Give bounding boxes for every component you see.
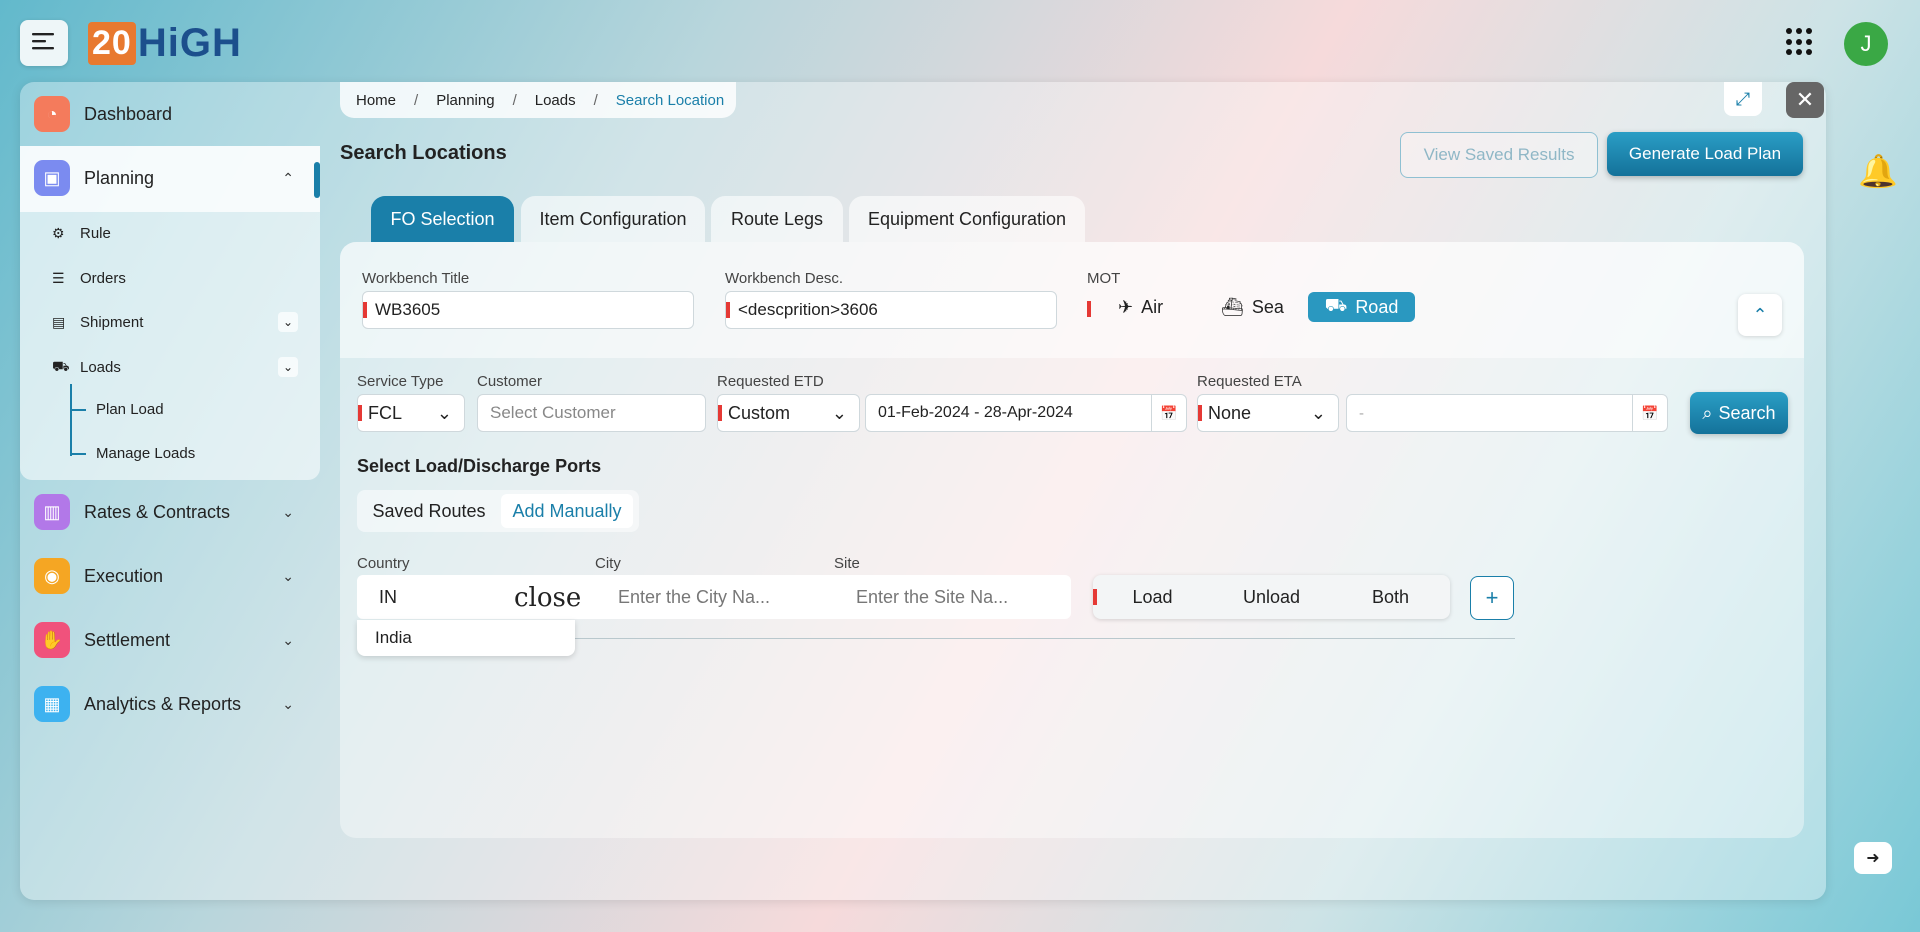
sidebar-item-execution[interactable]: ◉ Execution ⌄: [34, 548, 324, 604]
tab-equipment-configuration[interactable]: Equipment Configuration: [849, 196, 1085, 242]
city-input[interactable]: Enter the City Na...: [618, 587, 770, 608]
box-icon: ▤: [52, 313, 66, 330]
sidebar-item-shipment[interactable]: ▤ Shipment: [52, 311, 143, 333]
unload-option[interactable]: Unload: [1212, 587, 1331, 608]
chevron-down-icon[interactable]: ⌄: [282, 696, 294, 713]
avatar[interactable]: J: [1844, 22, 1888, 66]
bell-icon[interactable]: 🔔: [1858, 152, 1898, 190]
handshake-icon: ✋: [34, 622, 70, 658]
logo: 20 HiGH: [88, 20, 242, 66]
apps-grid-icon[interactable]: [1786, 28, 1814, 56]
chevron-down-icon[interactable]: ⌄: [278, 357, 298, 377]
arrow-right-icon[interactable]: ➜: [1854, 842, 1892, 874]
customer-input[interactable]: Select Customer: [477, 394, 706, 432]
mot-road[interactable]: ⛟ Road: [1308, 292, 1415, 322]
gear-icon: ⚙: [52, 224, 65, 241]
location-row: IN close Enter the City Na... Enter the …: [357, 575, 1071, 619]
divider: [575, 638, 1515, 639]
search-icon: ⌕: [1702, 402, 1713, 423]
menu-icon: [32, 32, 56, 55]
add-location-button[interactable]: +: [1470, 576, 1514, 620]
eta-label: Requested ETA: [1197, 373, 1302, 390]
chevron-down-icon[interactable]: ⌄: [282, 568, 294, 585]
sidebar-item-manage-loads[interactable]: Manage Loads: [70, 445, 195, 462]
eta-range-input[interactable]: - 📅: [1346, 394, 1668, 432]
site-label: Site: [834, 555, 860, 572]
sidebar-item-settlement[interactable]: ✋ Settlement ⌄: [34, 612, 324, 668]
workbench-title-field[interactable]: WB3605: [362, 291, 694, 329]
execution-icon: ◉: [34, 558, 70, 594]
chevron-up-icon[interactable]: ⌃: [282, 170, 294, 187]
mot-air[interactable]: ✈ Air: [1118, 297, 1163, 318]
add-manually-toggle[interactable]: Add Manually: [501, 494, 633, 528]
tab-route-legs[interactable]: Route Legs: [711, 196, 843, 242]
tab-item-configuration[interactable]: Item Configuration: [521, 196, 705, 242]
ports-toggle: Saved Routes Add Manually: [357, 490, 639, 532]
workbench-desc-field[interactable]: <descprition>3606: [725, 291, 1057, 329]
close-text[interactable]: close: [514, 583, 581, 613]
ship-icon: ⛴: [1221, 297, 1244, 317]
etd-range-input[interactable]: 01-Feb-2024 - 28-Apr-2024 📅: [865, 394, 1187, 432]
service-type-label: Service Type: [357, 373, 444, 390]
document-icon: ▥: [34, 494, 70, 530]
chevron-down-icon[interactable]: ⌄: [278, 312, 298, 332]
customer-label: Customer: [477, 373, 543, 390]
chevron-down-icon[interactable]: ⌄: [282, 632, 294, 649]
chevron-down-icon[interactable]: ⌄: [282, 504, 294, 521]
sidebar-item-planning[interactable]: ▣ Planning ⌃: [34, 150, 324, 206]
country-label: Country: [357, 555, 410, 572]
chevron-down-icon: ⌄: [436, 402, 452, 423]
site-input[interactable]: Enter the Site Na...: [856, 587, 1008, 608]
chevron-down-icon: ⌄: [1310, 402, 1326, 423]
sidebar-item-rates[interactable]: ▥ Rates & Contracts ⌄: [34, 484, 324, 540]
load-option[interactable]: Load: [1093, 587, 1212, 608]
sidebar-item-plan-load[interactable]: Plan Load: [70, 401, 164, 418]
close-icon[interactable]: ✕: [1786, 82, 1824, 118]
chevron-up-icon[interactable]: ⌃: [1738, 294, 1782, 336]
sidebar-item-dashboard[interactable]: ◔ Dashboard: [34, 86, 324, 142]
mot-label: MOT: [1087, 270, 1121, 287]
sidebar-item-loads[interactable]: ⛟ Loads: [52, 356, 121, 378]
etd-mode-select[interactable]: Custom ⌄: [717, 394, 860, 432]
dashboard-icon: ◔: [34, 96, 70, 132]
workbench-title-label: Workbench Title: [362, 270, 470, 287]
breadcrumb-current: Search Location: [615, 91, 725, 109]
sidebar-item-rule[interactable]: ⚙ Rule: [52, 222, 111, 244]
breadcrumb-planning[interactable]: Planning: [436, 92, 494, 109]
etd-label: Requested ETD: [717, 373, 824, 390]
view-saved-results-button[interactable]: View Saved Results: [1400, 132, 1598, 178]
eta-mode-select[interactable]: None ⌄: [1197, 394, 1339, 432]
calendar-icon[interactable]: 📅: [1151, 394, 1186, 432]
calendar-icon[interactable]: 📅: [1632, 394, 1667, 432]
country-suggestion[interactable]: India: [357, 620, 575, 656]
calendar-icon: ▣: [34, 160, 70, 196]
tab-fo-selection[interactable]: FO Selection: [371, 196, 514, 242]
list-icon: ☰: [52, 269, 65, 286]
generate-load-plan-button[interactable]: Generate Load Plan: [1607, 132, 1803, 176]
mot-sea[interactable]: ⛴ Sea: [1221, 297, 1284, 318]
country-input[interactable]: IN: [379, 587, 397, 608]
expand-icon[interactable]: ⤢: [1724, 82, 1762, 116]
city-label: City: [595, 555, 621, 572]
service-type-select[interactable]: FCL ⌄: [357, 394, 465, 432]
chart-icon: ▦: [34, 686, 70, 722]
chevron-down-icon: ⌄: [831, 402, 847, 423]
ports-heading: Select Load/Discharge Ports: [357, 456, 602, 476]
sidebar-item-orders[interactable]: ☰ Orders: [52, 267, 126, 289]
mot-selector: ✈ Air ⛴ Sea ⛟ Road: [1087, 292, 1417, 326]
menu-toggle-button[interactable]: [20, 20, 68, 66]
page-title: Search Locations: [340, 142, 507, 164]
load-unload-selector: Load Unload Both: [1093, 575, 1450, 619]
search-button[interactable]: ⌕ Search: [1690, 392, 1788, 434]
sidebar-item-analytics[interactable]: ▦ Analytics & Reports ⌄: [34, 676, 324, 732]
breadcrumb-home[interactable]: Home: [356, 92, 396, 109]
workbench-desc-label: Workbench Desc.: [725, 270, 844, 287]
truck-icon: ⛟: [1324, 295, 1348, 315]
saved-routes-toggle[interactable]: Saved Routes: [357, 494, 501, 528]
breadcrumb: Home / Planning / Loads / Search Locatio…: [340, 82, 736, 118]
breadcrumb-loads[interactable]: Loads: [535, 92, 576, 109]
plane-icon: ✈: [1118, 297, 1134, 317]
truck-icon: ⛟: [52, 357, 70, 374]
both-option[interactable]: Both: [1331, 587, 1450, 608]
